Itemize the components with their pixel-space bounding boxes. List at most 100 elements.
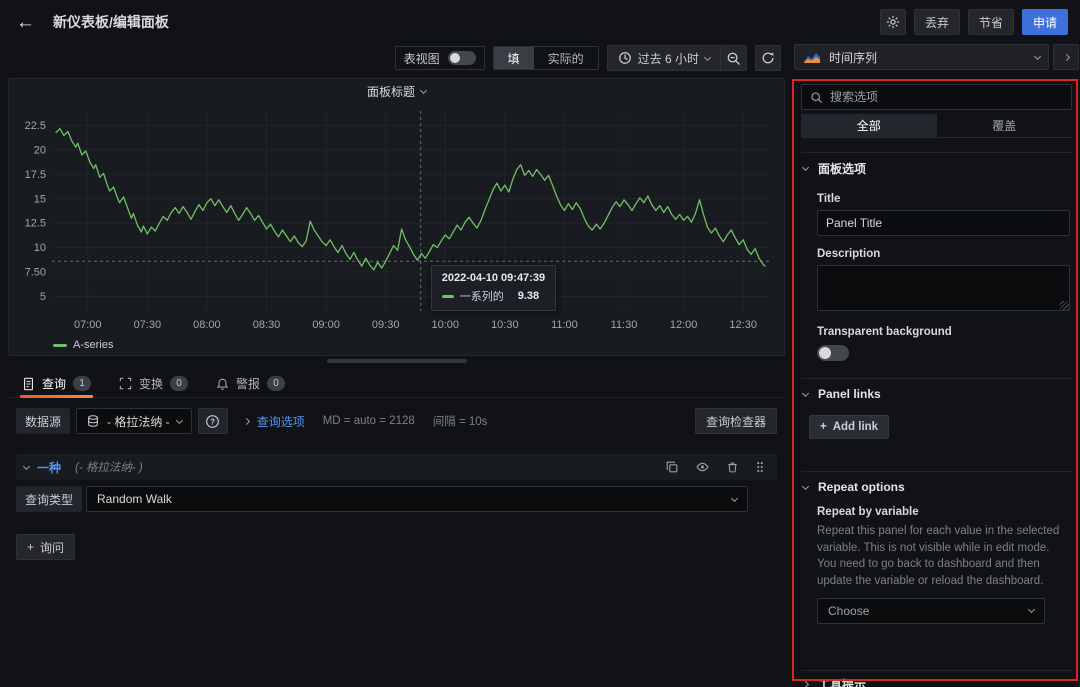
repeat-options-title: Repeat options: [818, 480, 905, 494]
chevron-right-icon: [802, 681, 809, 687]
table-view-label: 表视图: [404, 50, 440, 67]
section-tooltip: 工具提示: [801, 670, 1072, 687]
tab-alert[interactable]: 警报 0: [214, 370, 287, 397]
legend-series-label: A-series: [73, 339, 113, 351]
tab-query[interactable]: 查询 1: [20, 370, 93, 397]
back-button[interactable]: ←: [12, 11, 39, 34]
fill-option[interactable]: 填: [494, 47, 534, 69]
panel-links-header[interactable]: Panel links: [801, 379, 1072, 409]
table-view-switch[interactable]: [448, 51, 476, 65]
discard-button[interactable]: 丢弃: [914, 9, 960, 35]
edit-tabs: 查询 1 变换 0 警报 0: [8, 370, 785, 398]
question-circle-icon: ?: [205, 414, 220, 429]
settings-button[interactable]: [880, 9, 906, 35]
gear-icon: [886, 15, 900, 29]
svg-text:15: 15: [34, 193, 46, 205]
search-icon: [810, 91, 823, 104]
plus-icon: +: [27, 540, 34, 554]
page-title: 新仪表板/编辑面板: [53, 12, 169, 32]
options-search: [801, 84, 1072, 110]
query-row-datasource: (- 格拉法纳- ): [75, 459, 143, 475]
tab-transform-label: 变换: [139, 375, 163, 392]
clock-icon: [618, 51, 632, 65]
options-pane: 全部 覆盖 面板选项 Title Description Transparent…: [793, 72, 1080, 687]
options-pane-collapse-button[interactable]: [1053, 44, 1079, 70]
description-field-label: Description: [817, 248, 1072, 260]
edit-area: 面板标题 57.501012.51517.52022.507:0007:3008…: [0, 72, 793, 687]
transparent-background-toggle[interactable]: [817, 345, 849, 361]
zoom-out-button[interactable]: [721, 45, 747, 71]
add-query-button[interactable]: + 询问: [16, 534, 75, 560]
panel-description-input[interactable]: [817, 265, 1070, 311]
tooltip-series-name: 一系列的: [460, 288, 504, 304]
time-series-chart[interactable]: 57.501012.51517.52022.507:0007:3008:0008…: [12, 103, 781, 335]
panel-toolbar: 表视图 填 实际的 过去 6 小时: [0, 44, 793, 72]
save-button[interactable]: 节省: [968, 9, 1014, 35]
query-inspector-button[interactable]: 查询检查器: [695, 408, 777, 434]
options-scroll-area: 面板选项 Title Description Transparent backg…: [801, 152, 1072, 687]
options-search-input[interactable]: [830, 90, 1063, 104]
datasource-label: 数据源: [16, 408, 70, 434]
section-panel-options: 面板选项 Title Description Transparent backg…: [801, 152, 1072, 378]
repeat-by-variable-label: Repeat by variable: [817, 506, 1072, 518]
time-range-label: 过去 6 小时: [638, 50, 699, 67]
timeseries-svg: 57.501012.51517.52022.507:0007:3008:0008…: [12, 103, 781, 335]
delete-query-button[interactable]: [722, 458, 743, 476]
tooltip-series-value: 9.38: [518, 290, 539, 302]
svg-text:11:00: 11:00: [551, 319, 578, 331]
chevron-right-icon: [243, 417, 250, 424]
table-view-toggle[interactable]: 表视图: [395, 46, 485, 70]
datasource-help-button[interactable]: ?: [198, 408, 228, 434]
panel-title-input[interactable]: [817, 210, 1070, 236]
chevron-down-icon: [802, 389, 809, 396]
query-row-header[interactable]: 一种 (- 格拉法纳- ): [16, 454, 777, 480]
actual-option[interactable]: 实际的: [534, 47, 598, 69]
timeseries-viz-icon: [803, 51, 821, 64]
svg-text:7.50: 7.50: [25, 266, 46, 278]
zoom-out-icon: [726, 51, 741, 66]
query-refid[interactable]: 一种: [37, 459, 61, 476]
tab-all[interactable]: 全部: [801, 114, 937, 137]
tooltip-series-swatch: [442, 295, 454, 298]
svg-text:07:00: 07:00: [74, 319, 102, 331]
duplicate-query-button[interactable]: [661, 458, 683, 476]
repeat-options-header[interactable]: Repeat options: [801, 472, 1072, 502]
refresh-button[interactable]: [755, 45, 781, 71]
tab-alert-label: 警报: [236, 375, 260, 392]
svg-text:?: ?: [210, 417, 215, 426]
interval-summary: 间隔 = 10s: [433, 413, 488, 429]
time-range-picker[interactable]: 过去 6 小时: [607, 45, 721, 71]
svg-text:07:30: 07:30: [134, 319, 162, 331]
svg-text:12:30: 12:30: [729, 319, 757, 331]
hide-query-button[interactable]: [691, 458, 714, 476]
add-link-button[interactable]: + Add link: [809, 415, 889, 439]
transform-count-badge: 0: [170, 376, 188, 391]
panel-resize-handle[interactable]: [327, 359, 467, 363]
tab-overrides[interactable]: 覆盖: [937, 114, 1073, 137]
query-options-toggle[interactable]: 查询选项: [244, 413, 305, 430]
fill-actual-segment: 填 实际的: [493, 46, 599, 70]
query-type-select[interactable]: Random Walk: [86, 486, 748, 512]
chart-legend-item[interactable]: A-series: [53, 335, 784, 355]
svg-text:09:00: 09:00: [312, 319, 340, 331]
tab-transform[interactable]: 变换 0: [117, 370, 190, 397]
svg-text:17.5: 17.5: [25, 169, 46, 181]
datasource-value: - 格拉法纳 -: [107, 413, 170, 430]
drag-handle-icon[interactable]: [751, 458, 769, 476]
query-tab-icon: [22, 377, 35, 391]
plus-icon: +: [820, 421, 827, 433]
repeat-variable-value: Choose: [828, 604, 1029, 618]
tooltip-section-header[interactable]: 工具提示: [801, 671, 1072, 687]
svg-text:10:30: 10:30: [491, 319, 519, 331]
panel-title-menu[interactable]: 面板标题: [9, 79, 784, 103]
add-link-label: Add link: [833, 421, 878, 433]
repeat-variable-select[interactable]: Choose: [817, 598, 1045, 624]
datasource-picker[interactable]: - 格拉法纳 -: [76, 408, 192, 434]
visualization-picker[interactable]: 时间序列: [794, 44, 1049, 70]
chevron-down-icon: [420, 86, 427, 93]
chevron-down-icon: [176, 416, 183, 423]
chart-panel: 面板标题 57.501012.51517.52022.507:0007:3008…: [8, 78, 785, 356]
panel-options-header[interactable]: 面板选项: [801, 153, 1072, 183]
section-panel-links: Panel links + Add link: [801, 378, 1072, 457]
apply-button[interactable]: 申请: [1022, 9, 1068, 35]
